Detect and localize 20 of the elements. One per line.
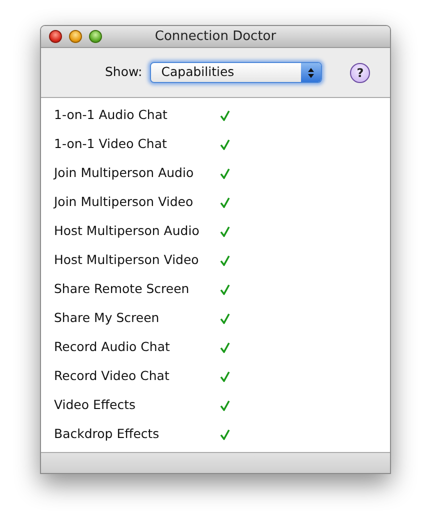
capability-name: Join Multiperson Video [54, 193, 194, 212]
stepper-arrows-icon [301, 63, 322, 82]
zoom-button[interactable] [89, 30, 102, 43]
capability-name: Backdrop Effects [54, 425, 160, 444]
capability-name: Join Multiperson Audio [54, 164, 195, 182]
capability-name: 1-on-1 Video Chat [54, 135, 168, 154]
capability-name: Record Video Chat [54, 367, 170, 386]
help-button[interactable]: ? [350, 62, 370, 82]
capability-name: Video Effects [54, 396, 136, 414]
show-label: Show: [105, 63, 142, 82]
minimize-button[interactable] [69, 30, 82, 43]
capability-name: Share Remote Screen [54, 280, 190, 298]
capability-name: Record Audio Chat [54, 338, 171, 356]
capability-name: Share My Screen [54, 309, 160, 328]
capability-name: Host Multiperson Video [54, 251, 200, 270]
close-button[interactable] [49, 30, 62, 43]
capability-name: 1-on-1 Audio Chat [54, 106, 168, 124]
capability-name: Host Multiperson Audio [54, 222, 200, 240]
show-dropdown[interactable]: Capabilities [150, 62, 322, 83]
window-title: Connection Doctor [154, 28, 278, 46]
